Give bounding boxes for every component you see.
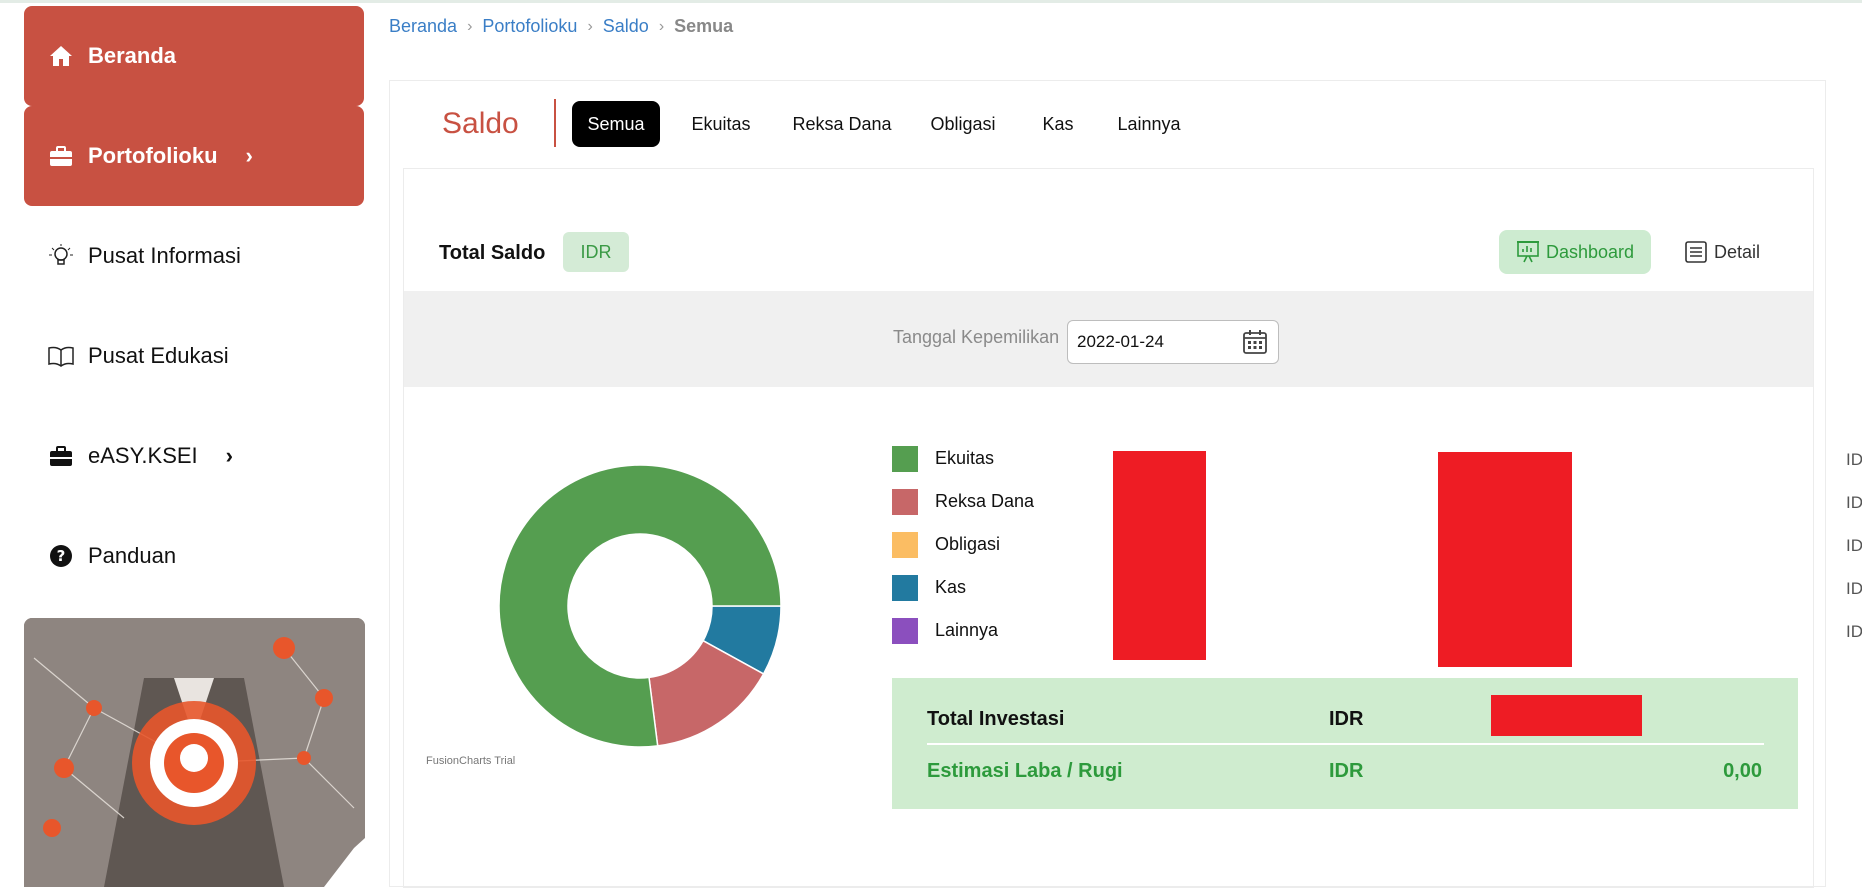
legend-swatch [892,575,918,601]
sidebar-item-label: Beranda [88,43,177,68]
chevron-right-icon: › [587,17,593,35]
legend-currency: IDR [1846,536,1862,555]
redacted-total-value [1491,695,1642,736]
currency-badge[interactable]: IDR [563,232,629,272]
total-saldo-label: Total Saldo [439,242,546,264]
legend-item: Ekuitas IDR [892,444,1862,472]
breadcrumb: Beranda › Portofolioku › Saldo › Semua [389,16,733,37]
sidebar-item-label: Portofolioku [88,143,218,168]
home-icon [48,43,74,69]
redacted-value-block [1438,452,1572,667]
sidebar-item-panduan[interactable]: ? Panduan [24,506,364,606]
promo-banner-image[interactable] [24,618,365,887]
sidebar-item-pusat-informasi[interactable]: Pusat Informasi [24,206,364,306]
saldo-panel: Total Saldo IDR Dashboard Detail Tanggal… [403,168,1862,888]
tab-kas[interactable]: Kas [1028,101,1088,147]
chevron-right-icon: › [225,443,233,468]
breadcrumb-saldo[interactable]: Saldo [603,16,649,37]
allocation-donut-chart [444,409,844,809]
redacted-quantity-block [1113,451,1206,660]
legend-currency: IDR [1846,450,1862,469]
ownership-date-label: Tanggal Kepemilikan [893,327,1060,347]
legend-currency: IDR [1846,622,1862,641]
tab-reksa-dana[interactable]: Reksa Dana [786,101,898,147]
dashboard-button-label: Dashboard [1545,241,1635,262]
chevron-right-icon: › [467,17,473,35]
summary-divider [927,743,1764,745]
legend-swatch [892,532,918,558]
legend-swatch [892,489,918,515]
briefcase-icon [48,443,74,469]
breadcrumb-beranda[interactable]: Beranda [389,16,457,37]
legend-item: Obligasi IDR [892,530,1862,558]
breadcrumb-portofolioku[interactable]: Portofolioku [482,16,577,37]
detail-button[interactable]: Detail [1684,230,1784,274]
breadcrumb-current: Semua [674,16,734,36]
sidebar-item-label: Panduan [88,543,177,568]
ownership-date-value: 2022-01-24 [1077,332,1164,351]
total-investasi-currency: IDR [1329,708,1364,730]
book-icon [48,343,74,369]
tab-lainnya[interactable]: Lainnya [1104,101,1194,147]
estimasi-laba-rugi-value: 0,00 [1723,760,1762,782]
estimasi-laba-rugi-label: Estimasi Laba / Rugi [927,760,1123,782]
chevron-right-icon: › [245,143,253,168]
legend-label: Reksa Dana [935,491,1035,511]
ownership-date-input[interactable]: 2022-01-24 [1067,320,1279,364]
legend-swatch [892,618,918,644]
estimasi-laba-rugi-currency: IDR [1329,760,1364,782]
total-investasi-label: Total Investasi [927,708,1065,730]
chevron-right-icon: › [658,17,665,35]
saldo-card: Saldo Semua Ekuitas Reksa Dana Obligasi … [389,80,1862,888]
presentation-chart-icon [1516,241,1539,263]
legend-label: Obligasi [935,534,1001,554]
sidebar-item-pusat-edukasi[interactable]: Pusat Edukasi [24,306,364,406]
tabs-row: Saldo Semua Ekuitas Reksa Dana Obligasi … [390,81,1825,168]
date-filter-bar: Tanggal Kepemilikan 2022-01-24 [404,291,1813,387]
investment-summary: Total Investasi IDR Estimasi Laba / Rugi… [892,678,1798,809]
legend-swatch [892,446,918,472]
chart-watermark: FusionCharts Trial [426,755,516,767]
tab-ekuitas[interactable]: Ekuitas [676,101,766,147]
legend-currency: IDR [1846,493,1862,512]
briefcase-icon [48,143,74,169]
title-divider [554,99,556,147]
detail-button-label: Detail [1714,241,1761,262]
legend-item: Reksa Dana IDR [892,487,1862,515]
sidebar: Beranda Portofolioku › Pusat Informasi P… [0,0,380,887]
legend-item: Kas IDR [892,573,1862,601]
legend-label: Ekuitas [935,448,995,468]
svg-text:?: ? [57,547,66,565]
legend-label: Lainnya [935,620,999,640]
legend-currency: IDR [1846,579,1862,598]
dashboard-button[interactable]: Dashboard [1499,230,1651,274]
sidebar-item-beranda[interactable]: Beranda [24,6,364,106]
sidebar-item-portofolioku[interactable]: Portofolioku › [24,106,364,206]
page-title: Saldo [442,107,519,140]
tab-obligasi[interactable]: Obligasi [916,101,1010,147]
calendar-icon[interactable] [1242,329,1268,355]
sidebar-item-easy-ksei[interactable]: eASY.KSEI › [24,406,364,506]
list-document-icon [1685,241,1707,263]
lightbulb-icon [48,243,74,269]
question-circle-icon: ? [48,543,74,569]
tab-semua[interactable]: Semua [572,101,660,147]
sidebar-item-label: Pusat Edukasi [88,343,229,368]
sidebar-item-label: Pusat Informasi [88,243,241,268]
legend-item: Lainnya IDR [892,616,1862,644]
legend-label: Kas [935,577,967,597]
sidebar-item-label: eASY.KSEI [88,443,198,468]
